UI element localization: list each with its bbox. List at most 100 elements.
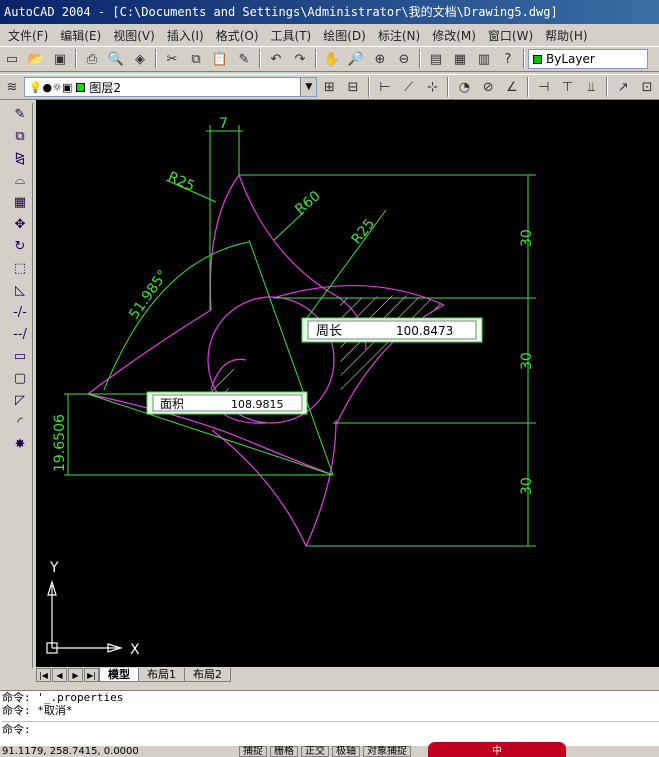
trim-icon[interactable]: -/- <box>8 301 32 323</box>
explode-icon[interactable]: ✸ <box>8 433 32 455</box>
menu-file[interactable]: 文件(F) <box>2 27 54 44</box>
command-prompt[interactable]: 命令: <box>2 721 659 736</box>
prev-tab-icon[interactable]: ◀ <box>52 668 67 682</box>
tab-layout2[interactable]: 布局2 <box>184 668 231 682</box>
menu-window[interactable]: 窗口(W) <box>482 27 539 44</box>
copy-object-icon[interactable]: ⧉ <box>8 125 32 147</box>
fillet-icon[interactable]: ◜ <box>8 411 32 433</box>
leader-icon[interactable]: ↗ <box>612 76 634 98</box>
grid-button[interactable]: 栅格 <box>270 746 298 757</box>
zoom-realtime-icon[interactable]: 🔎 <box>345 48 367 70</box>
command-window[interactable]: 命令: '_.properties 命令: *取消* 命令: <box>0 690 659 746</box>
dim-baseline-icon[interactable]: ⊣ <box>533 76 555 98</box>
modify-toolbar: ✎ ⧉ ⧎ ⌓ ▦ ✥ ↻ ⬚ ◺ -/- --/ ▭ ▢ ◸ ◜ ✸ <box>0 103 33 668</box>
preview-icon[interactable]: 🔍 <box>105 48 127 70</box>
mirror-icon[interactable]: ⧎ <box>8 147 32 169</box>
menu-modify[interactable]: 修改(M) <box>426 27 482 44</box>
tool-palettes-icon[interactable]: ▥ <box>473 48 495 70</box>
menu-edit[interactable]: 编辑(E) <box>54 27 107 44</box>
autocad-window: AutoCAD 2004 - [C:\Documents and Setting… <box>0 0 659 757</box>
stretch-icon[interactable]: ◺ <box>8 279 32 301</box>
open-icon[interactable]: 📂 <box>25 48 47 70</box>
ucs-y-label: Y <box>49 560 59 576</box>
toolbar-separator <box>523 49 525 69</box>
toolbar-separator <box>419 49 421 69</box>
dim-ordinate-icon[interactable]: ⊹ <box>422 76 444 98</box>
undo-icon[interactable]: ↶ <box>265 48 287 70</box>
ime-toolbar[interactable]: 中 <box>428 742 566 757</box>
break-icon[interactable]: ▭ <box>8 345 32 367</box>
save-icon[interactable]: ▣ <box>49 48 71 70</box>
dim-multiple-icon[interactable]: ⫫ <box>581 76 603 98</box>
dim-angular-icon[interactable]: ∠ <box>501 76 523 98</box>
dim-v3: 30 <box>519 477 535 495</box>
menu-view[interactable]: 视图(V) <box>107 27 161 44</box>
paste-icon[interactable]: 📋 <box>209 48 231 70</box>
dim-r25-right: R25 <box>349 216 379 248</box>
dim-radius-icon[interactable]: ◔ <box>453 76 475 98</box>
dim-r25-left: R25 <box>165 169 197 195</box>
menu-tools[interactable]: 工具(T) <box>265 27 318 44</box>
design-center-icon[interactable]: ▦ <box>449 48 471 70</box>
pan-icon[interactable]: ✋ <box>321 48 343 70</box>
print-icon[interactable]: ⎙ <box>81 48 103 70</box>
ortho-button[interactable]: 正交 <box>301 746 329 757</box>
copy-icon[interactable]: ⧉ <box>185 48 207 70</box>
tab-layout1[interactable]: 布局1 <box>138 668 185 682</box>
publish-icon[interactable]: ◈ <box>129 48 151 70</box>
arc-bottom-right <box>305 419 337 547</box>
command-history-line: 命令: '_.properties <box>2 691 124 704</box>
area-label: 面积 <box>160 397 184 411</box>
help-icon[interactable]: ? <box>497 48 519 70</box>
array-icon[interactable]: ▦ <box>8 191 32 213</box>
layers-toolbar: ≋ 💡●☼▣ 图层2 ▼ ⊞ ⊟ ⊢ ⟋ ⊹ ◔ ⊘ ∠ ⊣ ⊤ ⫫ ↗ ⊡ <box>0 74 659 100</box>
dim-diameter-icon[interactable]: ⊘ <box>477 76 499 98</box>
menu-format[interactable]: 格式(O) <box>210 27 265 44</box>
rotate-icon[interactable]: ↻ <box>8 235 32 257</box>
layer-combo[interactable]: 💡●☼▣ 图层2 ▼ <box>23 77 318 97</box>
match-properties-icon[interactable]: ✎ <box>233 48 255 70</box>
properties-icon[interactable]: ▤ <box>425 48 447 70</box>
menu-help[interactable]: 帮助(H) <box>539 27 593 44</box>
polar-button[interactable]: 极轴 <box>332 746 360 757</box>
dim-left-height: 19.6506 <box>52 414 68 472</box>
chamfer-icon[interactable]: ◸ <box>8 389 32 411</box>
move-icon[interactable]: ✥ <box>8 213 32 235</box>
last-tab-icon[interactable]: ▶| <box>84 668 99 682</box>
layer-previous-icon[interactable]: ⊟ <box>342 76 364 98</box>
tooltip-perimeter: 周长 100.8473 <box>301 317 483 343</box>
erase-icon[interactable]: ✎ <box>8 103 32 125</box>
redo-icon[interactable]: ↷ <box>289 48 311 70</box>
tab-model[interactable]: 模型 <box>99 668 139 682</box>
dim-continue-icon[interactable]: ⊤ <box>557 76 579 98</box>
new-icon[interactable]: ▭ <box>1 48 23 70</box>
osnap-button[interactable]: 对象捕捉 <box>363 746 411 757</box>
scale-icon[interactable]: ⬚ <box>8 257 32 279</box>
dim-aligned-icon[interactable]: ⟋ <box>398 76 420 98</box>
tolerance-icon[interactable]: ⊡ <box>636 76 658 98</box>
dim-v1: 30 <box>519 229 535 247</box>
next-tab-icon[interactable]: ▶ <box>68 668 83 682</box>
zoom-window-icon[interactable]: ⊕ <box>369 48 391 70</box>
snap-button[interactable]: 捕捉 <box>239 746 267 757</box>
dim-top: 7 <box>219 116 228 132</box>
chevron-down-icon[interactable]: ▼ <box>300 78 317 96</box>
menu-insert[interactable]: 插入(I) <box>161 27 210 44</box>
linetype-combo[interactable]: ByLayer <box>528 49 648 69</box>
toolbar-separator <box>526 77 529 97</box>
menu-dimension[interactable]: 标注(N) <box>372 27 426 44</box>
menu-bar: 文件(F) 编辑(E) 视图(V) 插入(I) 格式(O) 工具(T) 绘图(D… <box>0 24 659 46</box>
layer-manager-icon[interactable]: ≋ <box>1 76 23 98</box>
make-layer-current-icon[interactable]: ⊞ <box>318 76 340 98</box>
extend-icon[interactable]: --/ <box>8 323 32 345</box>
drawing-canvas[interactable]: 7 R25 R60 R25 51.985° 19.6506 30 30 30 周… <box>36 100 659 667</box>
layout-tabs: |◀ ◀ ▶ ▶| 模型 布局1 布局2 <box>36 667 659 683</box>
cut-icon[interactable]: ✂ <box>161 48 183 70</box>
dim-linear-icon[interactable]: ⊢ <box>374 76 396 98</box>
break-at-point-icon[interactable]: ▢ <box>8 367 32 389</box>
dim-angle: 51.985° <box>126 267 171 322</box>
menu-draw[interactable]: 绘图(D) <box>317 27 372 44</box>
offset-icon[interactable]: ⌓ <box>8 169 32 191</box>
first-tab-icon[interactable]: |◀ <box>36 668 51 682</box>
zoom-previous-icon[interactable]: ⊖ <box>393 48 415 70</box>
